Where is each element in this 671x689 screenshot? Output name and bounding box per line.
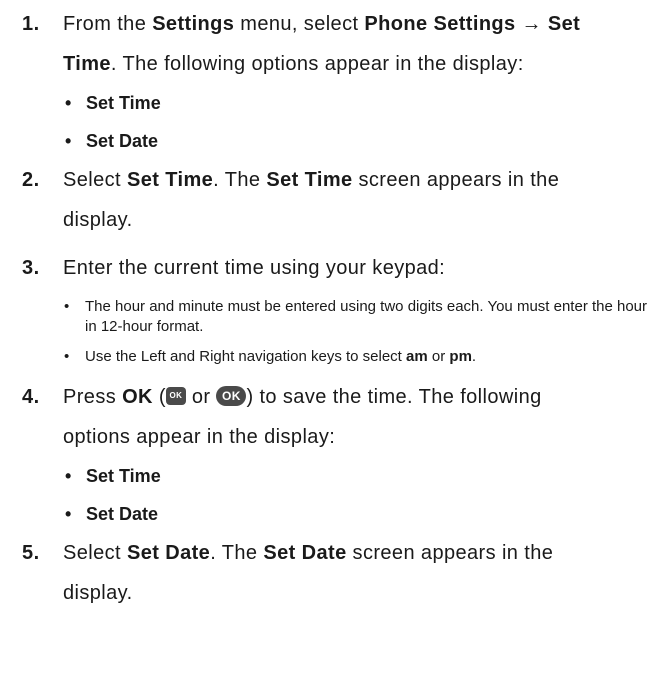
- note-list: • The hour and minute must be entered usi…: [63, 297, 649, 367]
- set-date-label: Set Date: [263, 542, 347, 564]
- ok-key-small-icon: OK: [165, 386, 186, 405]
- step-4: 4. Press OK (OK or OK) to save the time.…: [0, 377, 671, 533]
- phone-settings-label: Phone Settings → Set: [364, 13, 581, 35]
- bullet-icon: •: [64, 348, 70, 365]
- text-run: display.: [63, 209, 133, 231]
- pm-label: pm: [449, 348, 472, 365]
- text-run: (: [152, 386, 166, 408]
- step-text: Select Set Date. The Set Date screen app…: [63, 533, 649, 613]
- text-run: display.: [63, 582, 133, 604]
- step-number: 1.: [22, 13, 40, 35]
- text-run: menu, select: [234, 13, 365, 35]
- bullet-icon: •: [64, 298, 70, 315]
- settings-menu-label: Settings: [152, 13, 235, 35]
- option-list: • Set Time • Set Date: [63, 84, 649, 160]
- text-run: Select: [63, 542, 127, 564]
- step-1: 1. From the Settings menu, select Phone …: [0, 4, 671, 160]
- time-label: Time: [63, 53, 111, 75]
- step-text: Enter the current time using your keypad…: [63, 257, 446, 279]
- step-text: Select Set Time. The Set Time screen app…: [63, 160, 649, 240]
- list-item: • Set Time: [63, 457, 649, 495]
- step-3: 3. Enter the current time using your key…: [0, 248, 671, 367]
- step-2: 2. Select Set Time. The Set Time screen …: [0, 160, 671, 240]
- text-run: From the: [63, 13, 153, 35]
- text-run: Press: [63, 386, 123, 408]
- text-run: screen appears in the: [346, 542, 554, 564]
- text-run: ) to save the time. The following: [246, 386, 542, 408]
- step-number: 3.: [22, 257, 40, 279]
- bullet-icon: •: [65, 93, 72, 113]
- text-run: options appear in the display:: [63, 426, 336, 448]
- set-date-label: Set Date: [126, 542, 211, 564]
- note-text: The hour and minute must be entered usin…: [85, 298, 648, 335]
- list-item: • Set Date: [63, 122, 649, 160]
- step-text: From the Settings menu, select Phone Set…: [63, 4, 649, 84]
- option-list: • Set Time • Set Date: [63, 457, 649, 533]
- text-run: . The: [210, 542, 264, 564]
- option-set-date: Set Date: [86, 131, 159, 151]
- step-number: 2.: [22, 169, 40, 191]
- text-run: or: [427, 348, 450, 365]
- bullet-icon: •: [65, 504, 72, 524]
- set-time-label: Set Time: [266, 169, 353, 191]
- ok-key-large-icon: OK: [216, 385, 247, 406]
- list-item: • The hour and minute must be entered usi…: [63, 297, 649, 337]
- text-run: or: [185, 386, 217, 408]
- step-number: 4.: [22, 386, 40, 408]
- option-set-time: Set Time: [86, 466, 161, 486]
- step-text: Press OK (OK or OK) to save the time. Th…: [63, 377, 649, 457]
- step-5: 5. Select Set Date. The Set Date screen …: [0, 533, 671, 613]
- ok-key-label: OK: [122, 386, 153, 408]
- text-run: .: [471, 348, 477, 365]
- text-run: . The: [213, 169, 267, 191]
- option-set-date: Set Date: [86, 504, 159, 524]
- am-label: am: [406, 348, 428, 365]
- text-run: Select: [63, 169, 127, 191]
- option-set-time: Set Time: [86, 93, 161, 113]
- text-run: . The following options appear in the di…: [110, 53, 524, 75]
- list-item: • Set Date: [63, 495, 649, 533]
- list-item: • Use the Left and Right navigation keys …: [63, 347, 649, 367]
- text-run: screen appears in the: [352, 169, 560, 191]
- bullet-icon: •: [65, 466, 72, 486]
- instruction-page: 1. From the Settings menu, select Phone …: [0, 0, 671, 689]
- step-number: 5.: [22, 542, 40, 564]
- text-run: Use the Left and Right navigation keys t…: [85, 348, 407, 365]
- list-item: • Set Time: [63, 84, 649, 122]
- set-time-label: Set Time: [126, 169, 214, 191]
- bullet-icon: •: [65, 131, 72, 151]
